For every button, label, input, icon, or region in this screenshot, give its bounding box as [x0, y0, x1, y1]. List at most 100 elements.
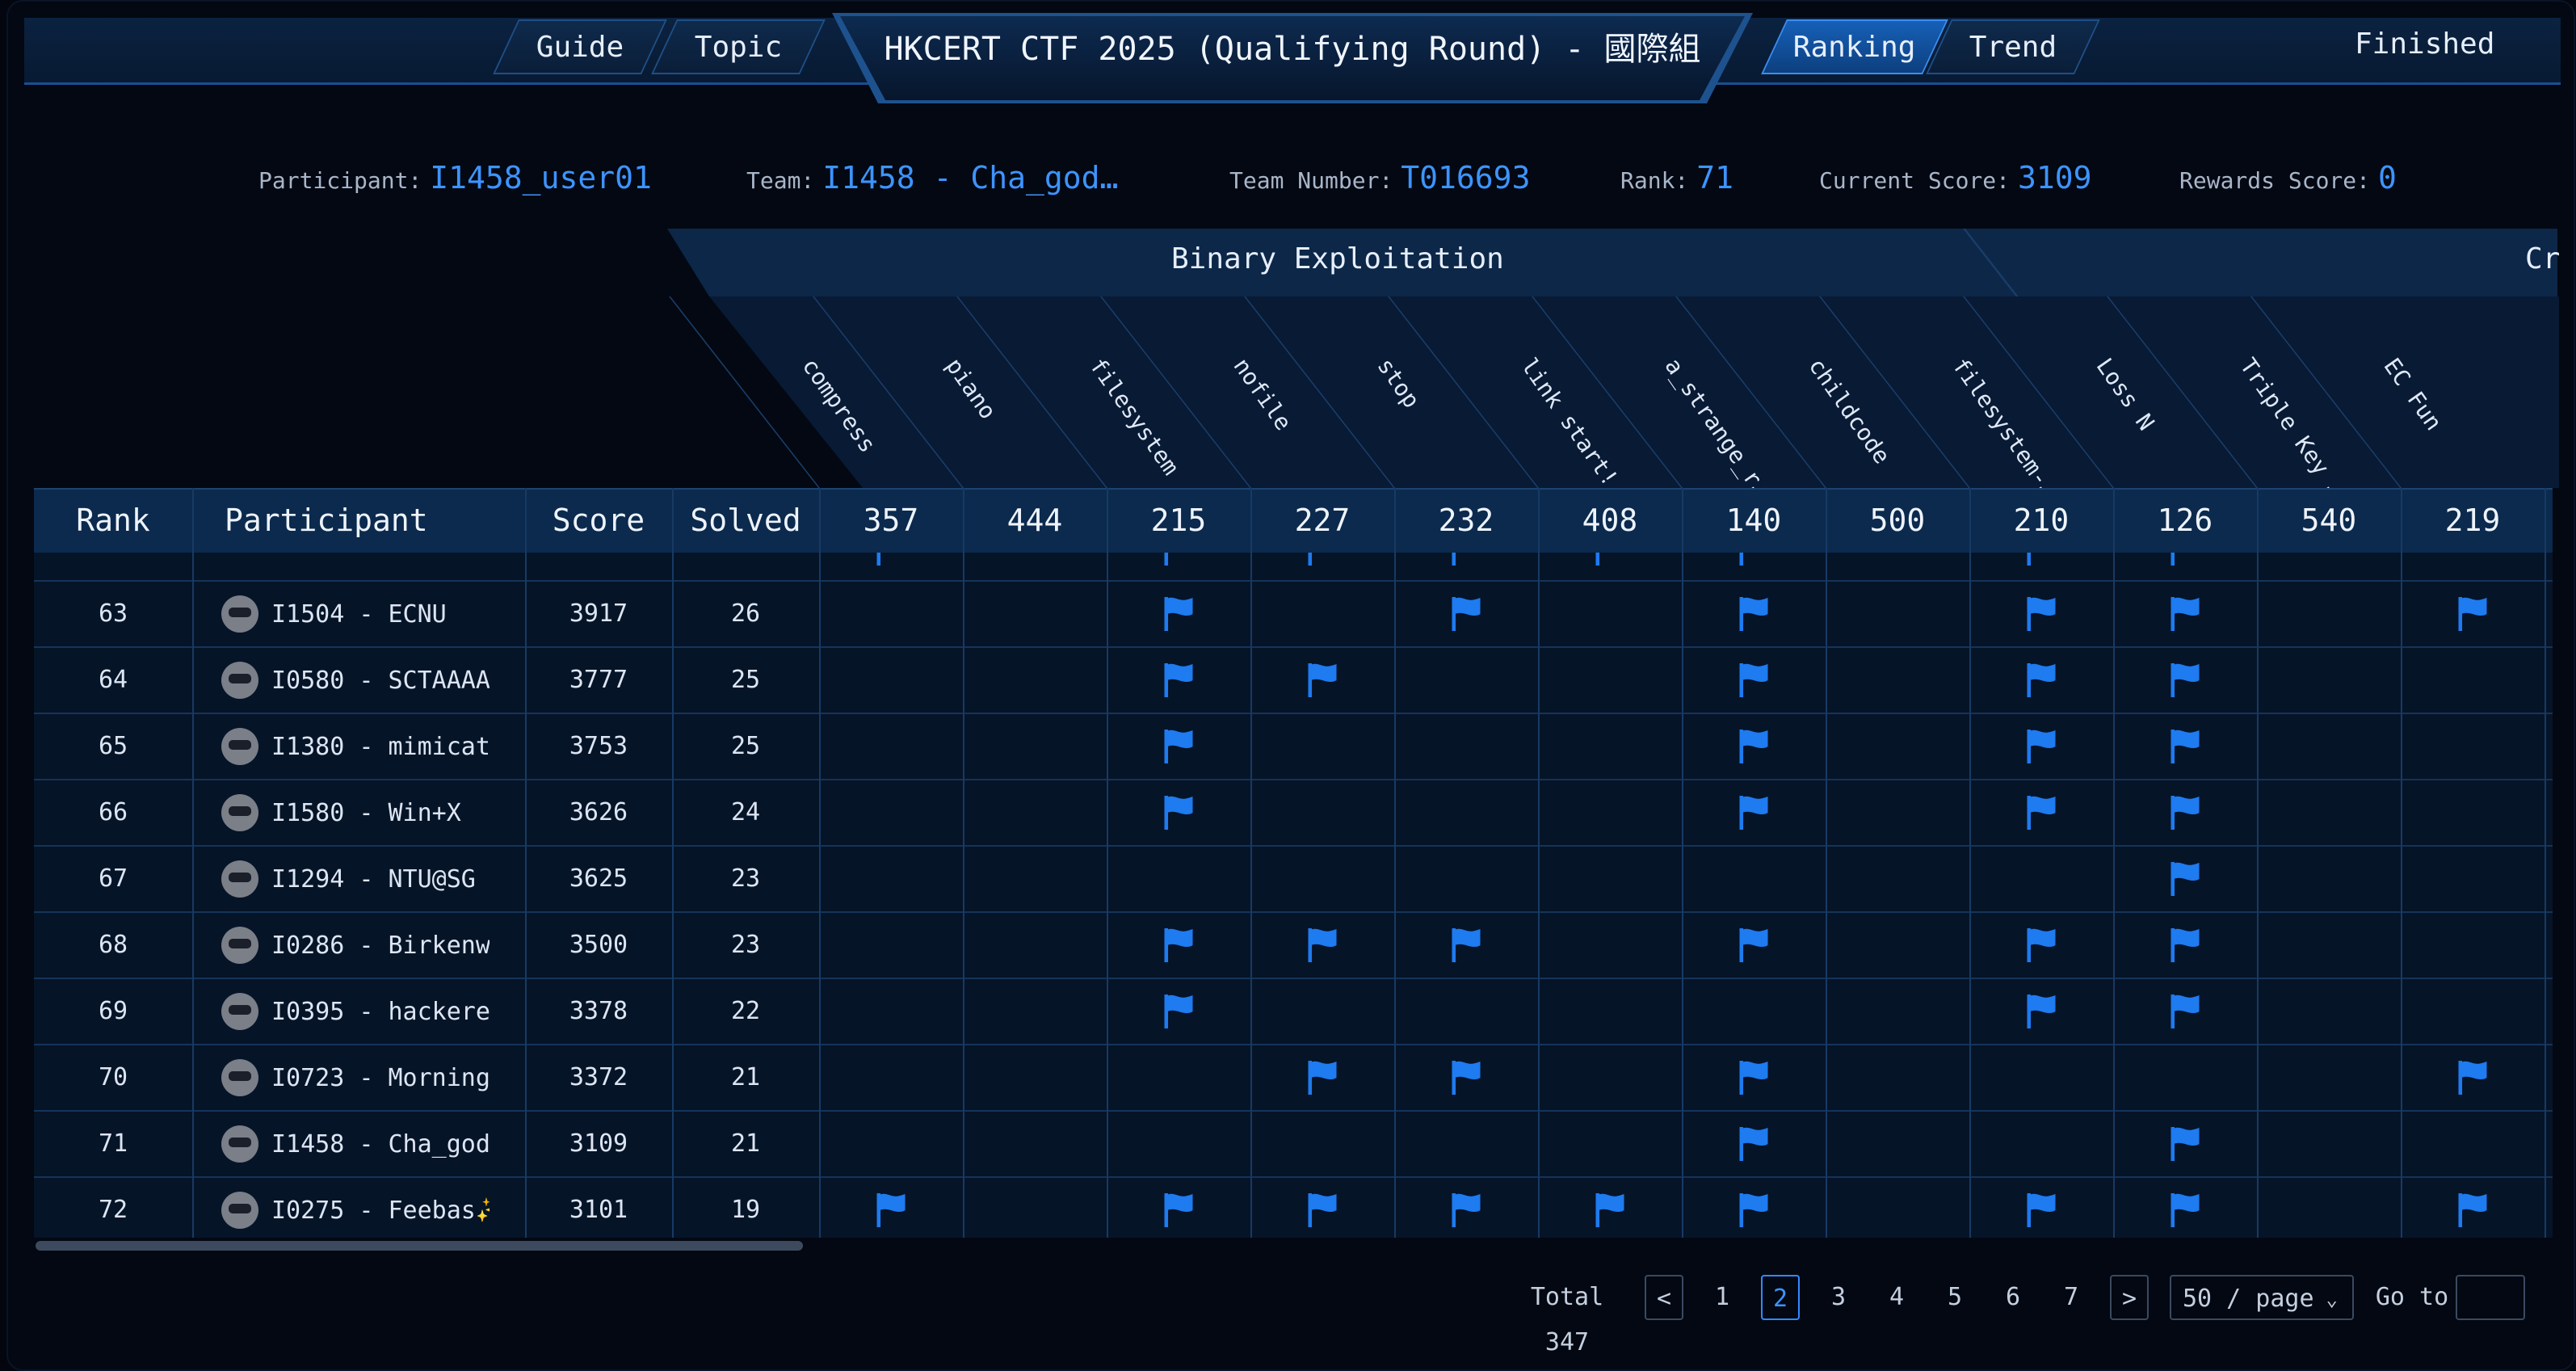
- score-cell: 3378: [569, 997, 628, 1025]
- page-5-button[interactable]: 5: [1935, 1275, 1974, 1320]
- tab-topic[interactable]: Topic: [651, 19, 826, 74]
- flag-icon: [1739, 663, 1768, 697]
- participant-cell[interactable]: I1504 - ECNU: [221, 582, 520, 646]
- page-4-button[interactable]: 4: [1877, 1275, 1916, 1320]
- ranking-table-body: 63 I1504 - ECNU 3917 26 64 I0580 - SCTAAAA… 37…: [34, 553, 2553, 1238]
- challenge-points-header[interactable]: 126: [2113, 488, 2257, 553]
- challenge-points-header[interactable]: 408: [1538, 488, 1682, 553]
- column-divider: [1538, 488, 1540, 1238]
- page-7-button[interactable]: 7: [2052, 1275, 2091, 1320]
- table-row[interactable]: 68 I0286 - Birkenw… 3500 23: [34, 913, 2553, 979]
- flag-icon: [1739, 597, 1768, 631]
- solved-cell: 22: [730, 997, 761, 1025]
- flag-icon: [1308, 928, 1337, 962]
- challenge-points-header[interactable]: 227: [1250, 488, 1394, 553]
- tab-guide[interactable]: Guide: [493, 19, 667, 74]
- tab-ranking[interactable]: Ranking: [1761, 19, 1948, 74]
- column-divider: [525, 488, 527, 1238]
- score-cell: 3753: [569, 732, 628, 760]
- page-size-select[interactable]: 50 / page ⌄: [2170, 1275, 2354, 1320]
- flag-icon: [2170, 663, 2200, 697]
- flag-icon: [1739, 1061, 1768, 1095]
- tab-trend[interactable]: Trend: [1926, 19, 2100, 74]
- table-row-partial[interactable]: [34, 553, 2553, 582]
- next-page-button[interactable]: >: [2110, 1275, 2149, 1320]
- participant-cell[interactable]: I0723 - Morning…: [221, 1045, 520, 1110]
- horizontal-scrollbar[interactable]: [36, 1241, 803, 1251]
- participant-cell[interactable]: I0395 - hackere…: [221, 979, 520, 1044]
- challenge-points-header[interactable]: 140: [1682, 488, 1826, 553]
- table-row[interactable]: 63 I1504 - ECNU 3917 26: [34, 582, 2553, 648]
- column-divider: [2544, 488, 2546, 1238]
- table-row[interactable]: 71 I1458 - Cha_god… 3109 21: [34, 1112, 2553, 1178]
- flag-icon: [1164, 663, 1193, 697]
- table-row[interactable]: 72 I0275 - Feebas✨ 3101 19: [34, 1178, 2553, 1238]
- challenge-points-header[interactable]: 210: [1969, 488, 2113, 553]
- column-score[interactable]: Score: [525, 488, 672, 553]
- competition-status: Finished: [2355, 27, 2495, 61]
- solved-cell: 19: [730, 1196, 761, 1224]
- page-1-button[interactable]: 1: [1703, 1275, 1742, 1320]
- score-cell: 3625: [569, 864, 628, 893]
- challenge-points-header[interactable]: 232: [1394, 488, 1538, 553]
- table-row[interactable]: 65 I1380 - mimicats 3753 25: [34, 714, 2553, 780]
- flag-icon: [1739, 1193, 1768, 1227]
- info-current-score: Current Score: 3109: [1819, 160, 2092, 196]
- rank-cell: 68: [98, 931, 128, 959]
- solved-cell: 26: [730, 599, 761, 628]
- flag-icon: [876, 1193, 906, 1227]
- participant-cell[interactable]: I1380 - mimicats: [221, 714, 520, 779]
- challenge-points-header[interactable]: 357: [819, 488, 963, 553]
- prev-page-button[interactable]: <: [1645, 1275, 1683, 1320]
- flag-icon: [1452, 553, 1456, 566]
- table-row[interactable]: 64 I0580 - SCTAAAA… 3777 25: [34, 648, 2553, 714]
- page-3-button[interactable]: 3: [1819, 1275, 1858, 1320]
- column-participant[interactable]: Participant: [194, 488, 428, 553]
- challenge-points-header[interactable]: 540: [2257, 488, 2401, 553]
- avatar-icon: [221, 1125, 258, 1163]
- table-row[interactable]: 69 I0395 - hackere… 3378 22: [34, 979, 2553, 1045]
- category-header: [667, 229, 2557, 296]
- participant-cell[interactable]: I1580 - Win+X: [221, 780, 520, 845]
- column-divider: [1969, 488, 1971, 1238]
- solved-cell: 25: [730, 732, 761, 760]
- participant-cell[interactable]: I0286 - Birkenw…: [221, 913, 520, 978]
- avatar-icon: [221, 794, 258, 831]
- column-rank[interactable]: Rank: [34, 488, 192, 553]
- score-cell: 3626: [569, 798, 628, 826]
- chevron-right-icon: >: [2121, 1285, 2137, 1313]
- participant-name: I1580 - Win+X: [271, 798, 461, 827]
- challenge-points-header[interactable]: 444: [963, 488, 1107, 553]
- flag-icon: [2170, 862, 2200, 896]
- column-divider: [2401, 488, 2402, 1238]
- chevron-down-icon: ⌄: [2326, 1288, 2338, 1310]
- score-cell: 3777: [569, 666, 628, 694]
- flag-icon: [2027, 995, 2056, 1028]
- flag-icon: [1308, 553, 1313, 566]
- flag-icon: [1739, 796, 1768, 830]
- page-2-button[interactable]: 2: [1761, 1275, 1800, 1320]
- flag-icon: [1595, 553, 1600, 566]
- flag-icon: [1164, 1193, 1193, 1227]
- participant-cell[interactable]: I0580 - SCTAAAA…: [221, 648, 520, 713]
- table-row[interactable]: 70 I0723 - Morning… 3372 21: [34, 1045, 2553, 1112]
- participant-name: I1458 - Cha_god…: [271, 1129, 490, 1159]
- participant-cell[interactable]: I1458 - Cha_god…: [221, 1112, 520, 1176]
- solved-cell: 25: [730, 666, 761, 694]
- flag-icon: [2458, 1193, 2487, 1227]
- challenge-points-header[interactable]: 500: [1826, 488, 1969, 553]
- flag-icon: [2170, 597, 2200, 631]
- category-binary-exploitation: Binary Exploitation: [1171, 242, 1504, 275]
- column-divider: [2257, 488, 2259, 1238]
- participant-cell[interactable]: I1294 - NTU@SG …: [221, 847, 520, 911]
- challenge-points-header[interactable]: 219: [2401, 488, 2544, 553]
- flag-icon: [1739, 553, 1744, 566]
- challenge-points-header[interactable]: 215: [1107, 488, 1250, 553]
- goto-page-input[interactable]: [2456, 1275, 2525, 1320]
- column-solved[interactable]: Solved: [672, 488, 819, 553]
- page-6-button[interactable]: 6: [1994, 1275, 2032, 1320]
- column-divider: [1826, 488, 1827, 1238]
- table-row[interactable]: 66 I1580 - Win+X 3626 24: [34, 780, 2553, 847]
- table-row[interactable]: 67 I1294 - NTU@SG … 3625 23: [34, 847, 2553, 913]
- participant-cell[interactable]: I0275 - Feebas✨: [221, 1178, 520, 1238]
